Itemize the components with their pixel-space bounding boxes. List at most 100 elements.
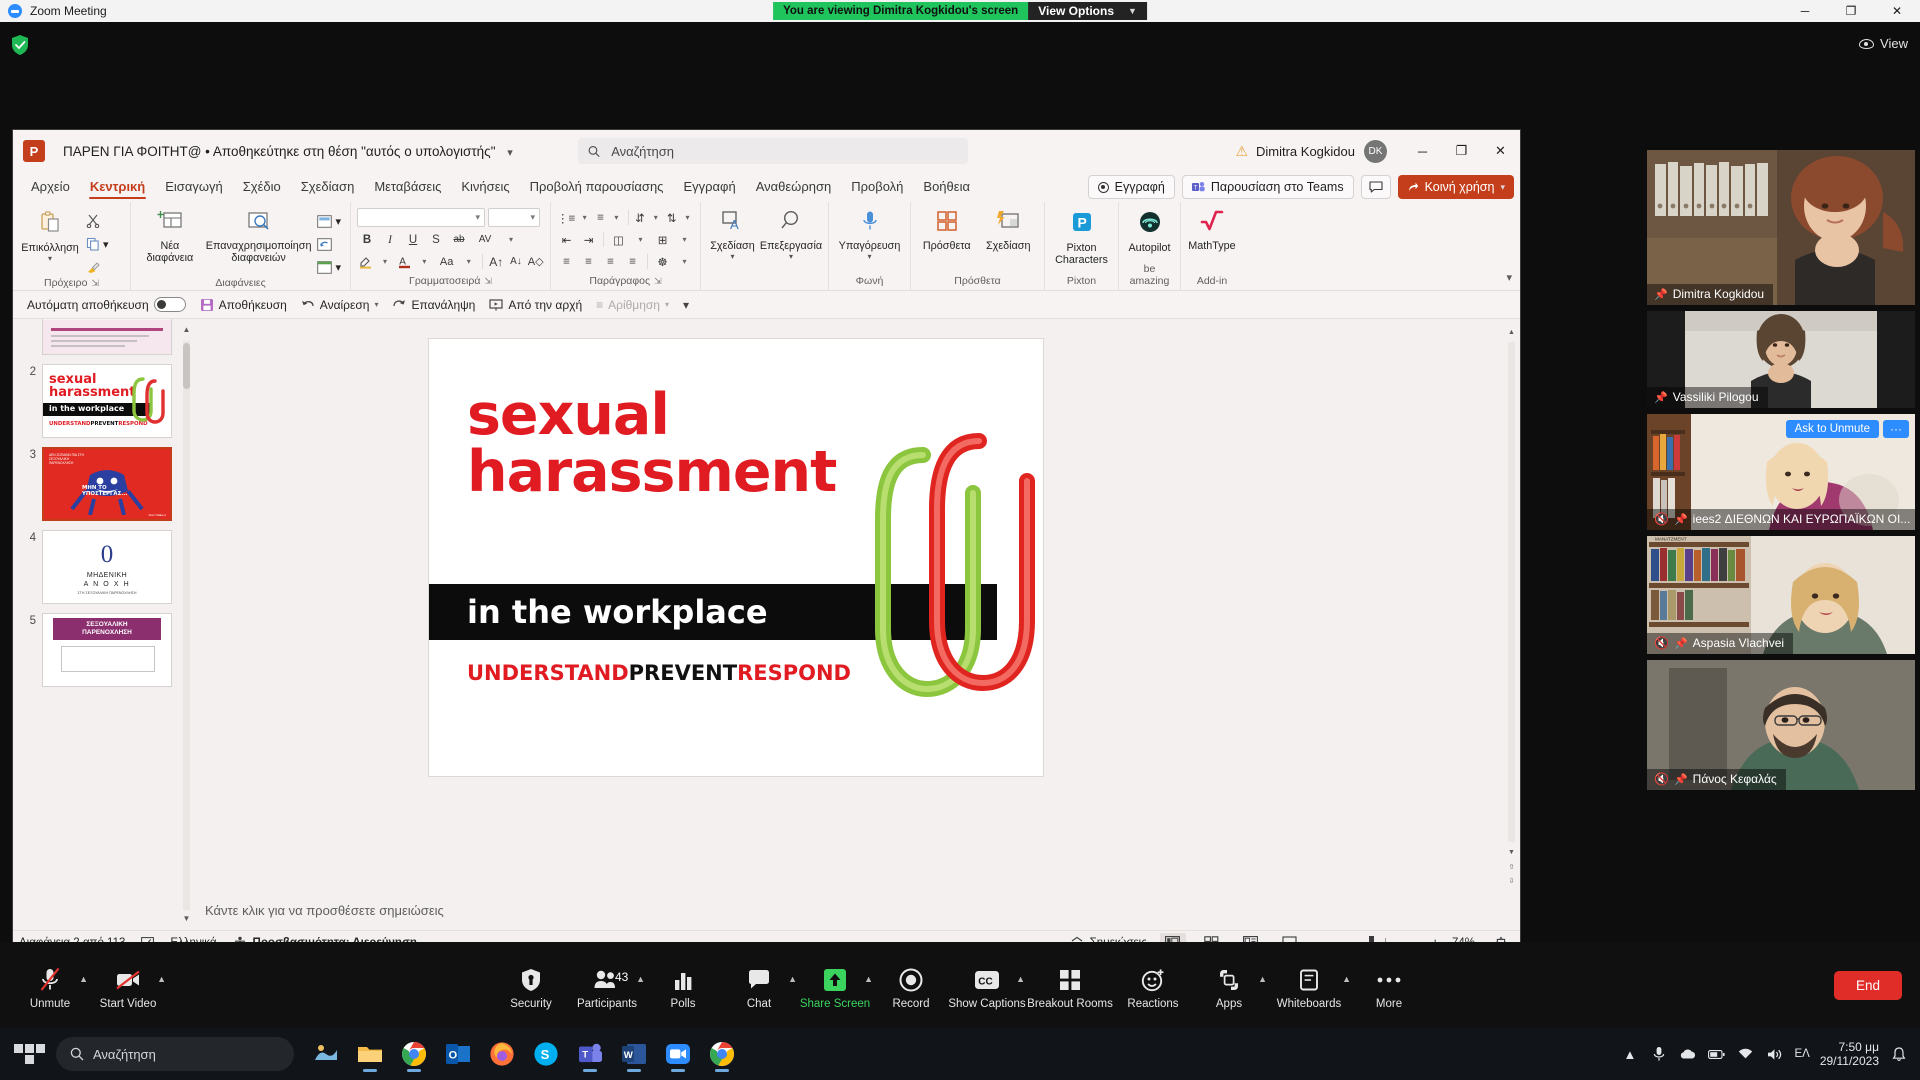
autopilot-button[interactable]: Autopilot: [1125, 208, 1174, 254]
drawing-button[interactable]: A Σχεδίαση ▾: [707, 208, 758, 261]
volume-tray-icon[interactable]: [1765, 1045, 1784, 1064]
autosave-switch[interactable]: [153, 297, 186, 312]
tab-view[interactable]: Προβολή: [841, 176, 913, 198]
breakout-rooms-button[interactable]: Breakout Rooms: [1027, 960, 1113, 1010]
taskbar-icon-teams[interactable]: T: [570, 1034, 610, 1074]
view-toggle[interactable]: View: [1859, 36, 1908, 51]
battery-tray-icon[interactable]: [1707, 1045, 1726, 1064]
search-input[interactable]: [611, 143, 958, 159]
polls-button[interactable]: Polls: [647, 960, 719, 1010]
taskbar-icon-firefox[interactable]: [482, 1034, 522, 1074]
apps-button[interactable]: Apps ▲: [1193, 960, 1267, 1010]
reuse-slides-button[interactable]: Επαναχρησιμοποίηση διαφανειών: [205, 208, 313, 264]
present-in-teams-button[interactable]: T Παρουσίαση στο Teams: [1181, 175, 1354, 199]
underline-button[interactable]: U: [403, 230, 423, 249]
current-slide[interactable]: sexual harassment in the workplace UNDER…: [429, 339, 1043, 776]
chevron-up-icon[interactable]: ▲: [636, 974, 645, 984]
chevron-up-icon[interactable]: ▲: [79, 974, 88, 984]
keyboard-language-indicator[interactable]: ΕΛ: [1794, 1048, 1809, 1060]
pixton-characters-button[interactable]: P Pixton Characters: [1051, 208, 1112, 266]
more-button[interactable]: More: [1353, 960, 1425, 1010]
share-button[interactable]: Κοινή χρήση ▾: [1397, 175, 1514, 199]
scroll-up-arrow[interactable]: ▲: [1507, 329, 1516, 340]
font-size-combobox[interactable]: ▾: [488, 208, 540, 227]
chevron-up-icon[interactable]: ▲: [788, 974, 797, 984]
increase-indent-button[interactable]: ⇥: [579, 230, 598, 249]
search-box[interactable]: [578, 138, 968, 164]
unmute-button[interactable]: Unmute ▲: [14, 960, 88, 1010]
chevron-down-icon[interactable]: ▾: [681, 208, 694, 227]
taskbar-icon-file-explorer[interactable]: [350, 1034, 390, 1074]
chevron-down-icon[interactable]: ▾: [377, 252, 394, 271]
chevron-down-icon[interactable]: ▾: [501, 230, 521, 249]
text-direction-button[interactable]: ⇅: [665, 208, 678, 227]
chevron-down-icon[interactable]: ▾: [374, 300, 378, 309]
thumbnail-row[interactable]: [13, 319, 193, 355]
chevron-down-icon[interactable]: ▾: [631, 230, 650, 249]
format-painter-button[interactable]: [83, 257, 112, 277]
chevron-down-icon[interactable]: ▾: [610, 208, 623, 227]
tab-review[interactable]: Αναθεώρηση: [746, 176, 842, 198]
participant-tile-0[interactable]: 📌 Dimitra Kogkidou: [1647, 150, 1915, 305]
autosave-toggle[interactable]: Αυτόματη αποθήκευση: [27, 297, 186, 312]
font-name-combobox[interactable]: ▾: [357, 208, 485, 227]
save-button[interactable]: Αποθήκευση: [200, 298, 287, 312]
chevron-up-icon[interactable]: ▲: [1258, 974, 1267, 984]
chevron-up-icon[interactable]: ▲: [864, 974, 873, 984]
end-meeting-button[interactable]: End: [1833, 970, 1902, 1000]
character-spacing-button[interactable]: AV: [472, 230, 498, 249]
tab-insert[interactable]: Εισαγωγή: [155, 176, 232, 198]
account-name[interactable]: Dimitra Kogkidou: [1256, 144, 1355, 159]
slide-thumbnail-3[interactable]: ΔΕΝ ΣΩΠΑΙΝΩ ΠΙΑ ΣΤΗ ΣΕΞΟΥΑΛΙΚΗ ΠΑΡΕΝΟΧΛΗ…: [42, 447, 172, 521]
participant-tile-3[interactable]: MANATZMENT 🔇 📌 Aspasia Vlachvei: [1647, 536, 1915, 654]
taskbar-icon-chrome[interactable]: [394, 1034, 434, 1074]
taskbar-search[interactable]: Αναζήτηση: [56, 1037, 294, 1071]
onedrive-tray-icon[interactable]: [1678, 1045, 1697, 1064]
tab-transitions[interactable]: Μεταβάσεις: [364, 176, 451, 198]
taskbar-icon-outlook[interactable]: O: [438, 1034, 478, 1074]
ppt-restore-button[interactable]: ❐: [1442, 130, 1481, 172]
paperclips-image[interactable]: [861, 421, 1041, 711]
slide-subtitle[interactable]: UNDERSTANDPREVENTRESPOND: [467, 661, 851, 685]
paragraph-dialog-launcher[interactable]: ⇲: [654, 276, 662, 287]
next-slide-button[interactable]: ⇩: [1507, 877, 1516, 888]
start-button[interactable]: [12, 1037, 46, 1071]
show-captions-button[interactable]: CC Show Captions ▲: [948, 960, 1026, 1010]
taskbar-icon-chrome-2[interactable]: [702, 1034, 742, 1074]
thumbnail-row[interactable]: 2 sexual harassment in the workplace UNDE…: [13, 364, 193, 438]
chevron-down-icon[interactable]: ▾: [416, 252, 433, 271]
show-hidden-icons-button[interactable]: ▲: [1620, 1045, 1639, 1064]
record-button[interactable]: Record: [875, 960, 947, 1010]
previous-slide-button[interactable]: ⇧: [1507, 863, 1516, 874]
ppt-close-button[interactable]: ✕: [1481, 130, 1520, 172]
tab-animations[interactable]: Κινήσεις: [451, 176, 519, 198]
tab-slideshow[interactable]: Προβολή παρουσίασης: [520, 176, 674, 198]
new-slide-button[interactable]: Νέα διαφάνεια: [137, 208, 203, 264]
slide-scrollbar[interactable]: ▲ ▼ ⇧ ⇩: [1507, 329, 1516, 890]
align-text-button[interactable]: ⊞: [653, 230, 672, 249]
comments-button[interactable]: [1360, 175, 1391, 199]
columns-button[interactable]: ◫: [609, 230, 628, 249]
slide-thumbnail-1[interactable]: [42, 319, 172, 355]
slide-thumbnail-pane[interactable]: 2 sexual harassment in the workplace UNDE…: [13, 319, 193, 930]
zoom-minimize-button[interactable]: ─: [1782, 0, 1828, 22]
font-dialog-launcher[interactable]: ⇲: [484, 276, 492, 287]
participant-more-button[interactable]: ···: [1883, 420, 1909, 438]
thumbnail-row[interactable]: 3 ΔΕΝ ΣΩΠΑΙΝΩ ΠΙΑ ΣΤΗ ΣΕΞΟΥΑΛΙΚΗ ΠΑΡΕΝΟΧ…: [13, 447, 193, 521]
zoom-close-button[interactable]: ✕: [1874, 0, 1920, 22]
zoom-maximize-button[interactable]: ❐: [1828, 0, 1874, 22]
ppt-minimize-button[interactable]: ─: [1403, 130, 1442, 172]
align-right-button[interactable]: ≡: [601, 252, 620, 271]
start-video-button[interactable]: Start Video ▲: [92, 960, 166, 1010]
slide-thumbnail-4[interactable]: 0 ΜΗΔΕΝΙΚΗ Α Ν Ο Χ Η ΣΤΗ ΣΕΞΟΥΑΛΙΚΗ ΠΑΡΕ…: [42, 530, 172, 604]
clock[interactable]: 7:50 μμ 29/11/2023: [1820, 1040, 1879, 1068]
convert-smartart-button[interactable]: ☸: [653, 252, 672, 271]
chevron-down-icon[interactable]: ▾: [675, 252, 694, 271]
dictate-button[interactable]: Υπαγόρευση ▾: [835, 208, 904, 261]
reset-button[interactable]: [314, 234, 344, 254]
view-options-button[interactable]: View Options ▼: [1028, 2, 1147, 20]
customize-qat-button[interactable]: ▾: [683, 298, 689, 312]
security-button[interactable]: Security: [495, 960, 567, 1010]
taskbar-icon-zoom[interactable]: [658, 1034, 698, 1074]
strikethrough-button[interactable]: ab: [449, 230, 469, 249]
